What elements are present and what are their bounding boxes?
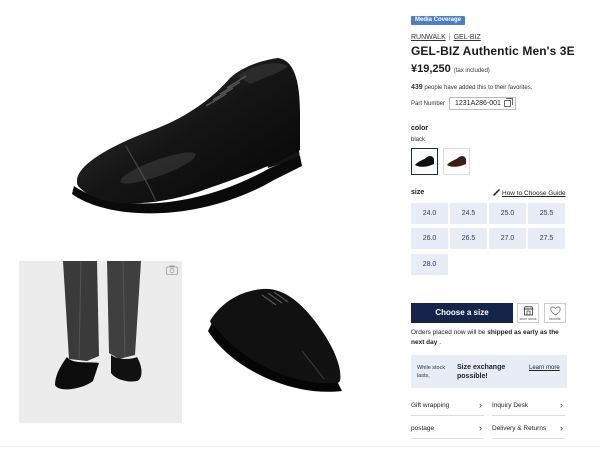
camera-icon — [166, 265, 178, 275]
store-icon — [523, 306, 534, 316]
size-guide-link[interactable]: How to Choose Guide — [493, 189, 566, 197]
part-number-label: Part Number — [411, 101, 446, 107]
favorite-caption: favorite — [549, 317, 561, 321]
shipping-note: Orders placed now will be shipped as ear… — [411, 328, 571, 348]
favorites-count-text: 439 people have added this to their favo… — [411, 84, 532, 91]
thumbnail-model-wearing[interactable] — [19, 261, 182, 423]
part-number-value: 1231A286-001 — [455, 100, 501, 107]
price-value: ¥19,250 — [411, 63, 451, 75]
size-option-26-0[interactable]: 26.0 — [411, 228, 448, 249]
postage-link[interactable]: postage › — [411, 418, 484, 439]
favorite-button[interactable]: favorite — [544, 303, 566, 323]
size-option-27-5[interactable]: 27.5 — [528, 228, 565, 249]
size-option-27-0[interactable]: 27.0 — [489, 228, 526, 249]
brand-links: RUNWALK | GEL-BIZ — [411, 34, 481, 41]
gift-wrapping-link[interactable]: Gift wrapping › — [411, 395, 484, 416]
size-option-28-0[interactable]: 28.0 — [411, 254, 448, 275]
heart-icon — [550, 306, 561, 316]
store-stock-button[interactable]: store stock — [517, 303, 539, 323]
brand-link-runwalk[interactable]: RUNWALK — [411, 34, 446, 41]
color-label: color — [411, 125, 429, 132]
size-option-24-5[interactable]: 24.5 — [450, 203, 487, 224]
color-swatch-brown[interactable] — [443, 148, 470, 175]
color-swatch-black[interactable] — [411, 148, 438, 175]
shipping-prefix: Orders placed now will be — [411, 329, 486, 336]
favorites-text: people have added this to their favorite… — [424, 85, 533, 91]
chevron-right-icon: › — [479, 400, 482, 410]
size-option-26-5[interactable]: 26.5 — [450, 228, 487, 249]
choose-size-button[interactable]: Choose a size — [411, 303, 513, 323]
favorites-count: 439 — [411, 84, 423, 91]
size-label: size — [411, 189, 425, 196]
chevron-right-icon: › — [479, 423, 482, 433]
size-option-24-0[interactable]: 24.0 — [411, 203, 448, 224]
size-exchange-banner: While stock lasts, Size exchange possibl… — [411, 355, 567, 388]
footer-divider — [0, 446, 600, 447]
copy-icon[interactable] — [504, 98, 513, 107]
shipping-highlight: shipped as early as the — [487, 329, 559, 336]
chevron-right-icon: › — [560, 423, 563, 433]
brand-link-gelbiz[interactable]: GEL-BIZ — [454, 34, 481, 41]
store-stock-caption: store stock — [519, 317, 537, 321]
brand-separator: | — [448, 34, 451, 41]
product-title: GEL-BIZ Authentic Men's 3E — [411, 44, 575, 58]
shipping-next-day: next day — [411, 339, 438, 346]
chevron-right-icon: › — [560, 400, 563, 410]
inquiry-desk-label: Inquiry Desk — [492, 402, 529, 409]
thumbnail-side-view[interactable] — [192, 261, 358, 423]
gift-wrapping-label: Gift wrapping — [411, 402, 450, 409]
postage-label: postage — [411, 425, 435, 432]
shipping-suffix: . — [439, 339, 441, 346]
size-guide-label: How to Choose Guide — [502, 190, 566, 197]
size-option-25-5[interactable]: 25.5 — [528, 203, 565, 224]
main-product-image[interactable] — [38, 18, 366, 254]
delivery-returns-link[interactable]: Delivery & Returns › — [492, 418, 565, 439]
inquiry-desk-link[interactable]: Inquiry Desk › — [492, 395, 565, 416]
ruler-icon — [493, 189, 500, 196]
exchange-headline: Size exchange possible! — [457, 364, 506, 380]
media-coverage-badge: Media Coverage — [411, 16, 466, 25]
exchange-learn-more-link[interactable]: Learn more — [529, 364, 560, 373]
tax-note: (tax included) — [453, 68, 490, 74]
exchange-condition: While stock lasts, — [417, 365, 446, 379]
size-option-25-0[interactable]: 25.0 — [489, 203, 526, 224]
color-selected-value: black — [411, 137, 426, 143]
delivery-returns-label: Delivery & Returns — [492, 425, 547, 432]
part-number-field: 1231A286-001 — [449, 97, 516, 110]
product-price: ¥19,250 (tax included) — [411, 63, 490, 75]
